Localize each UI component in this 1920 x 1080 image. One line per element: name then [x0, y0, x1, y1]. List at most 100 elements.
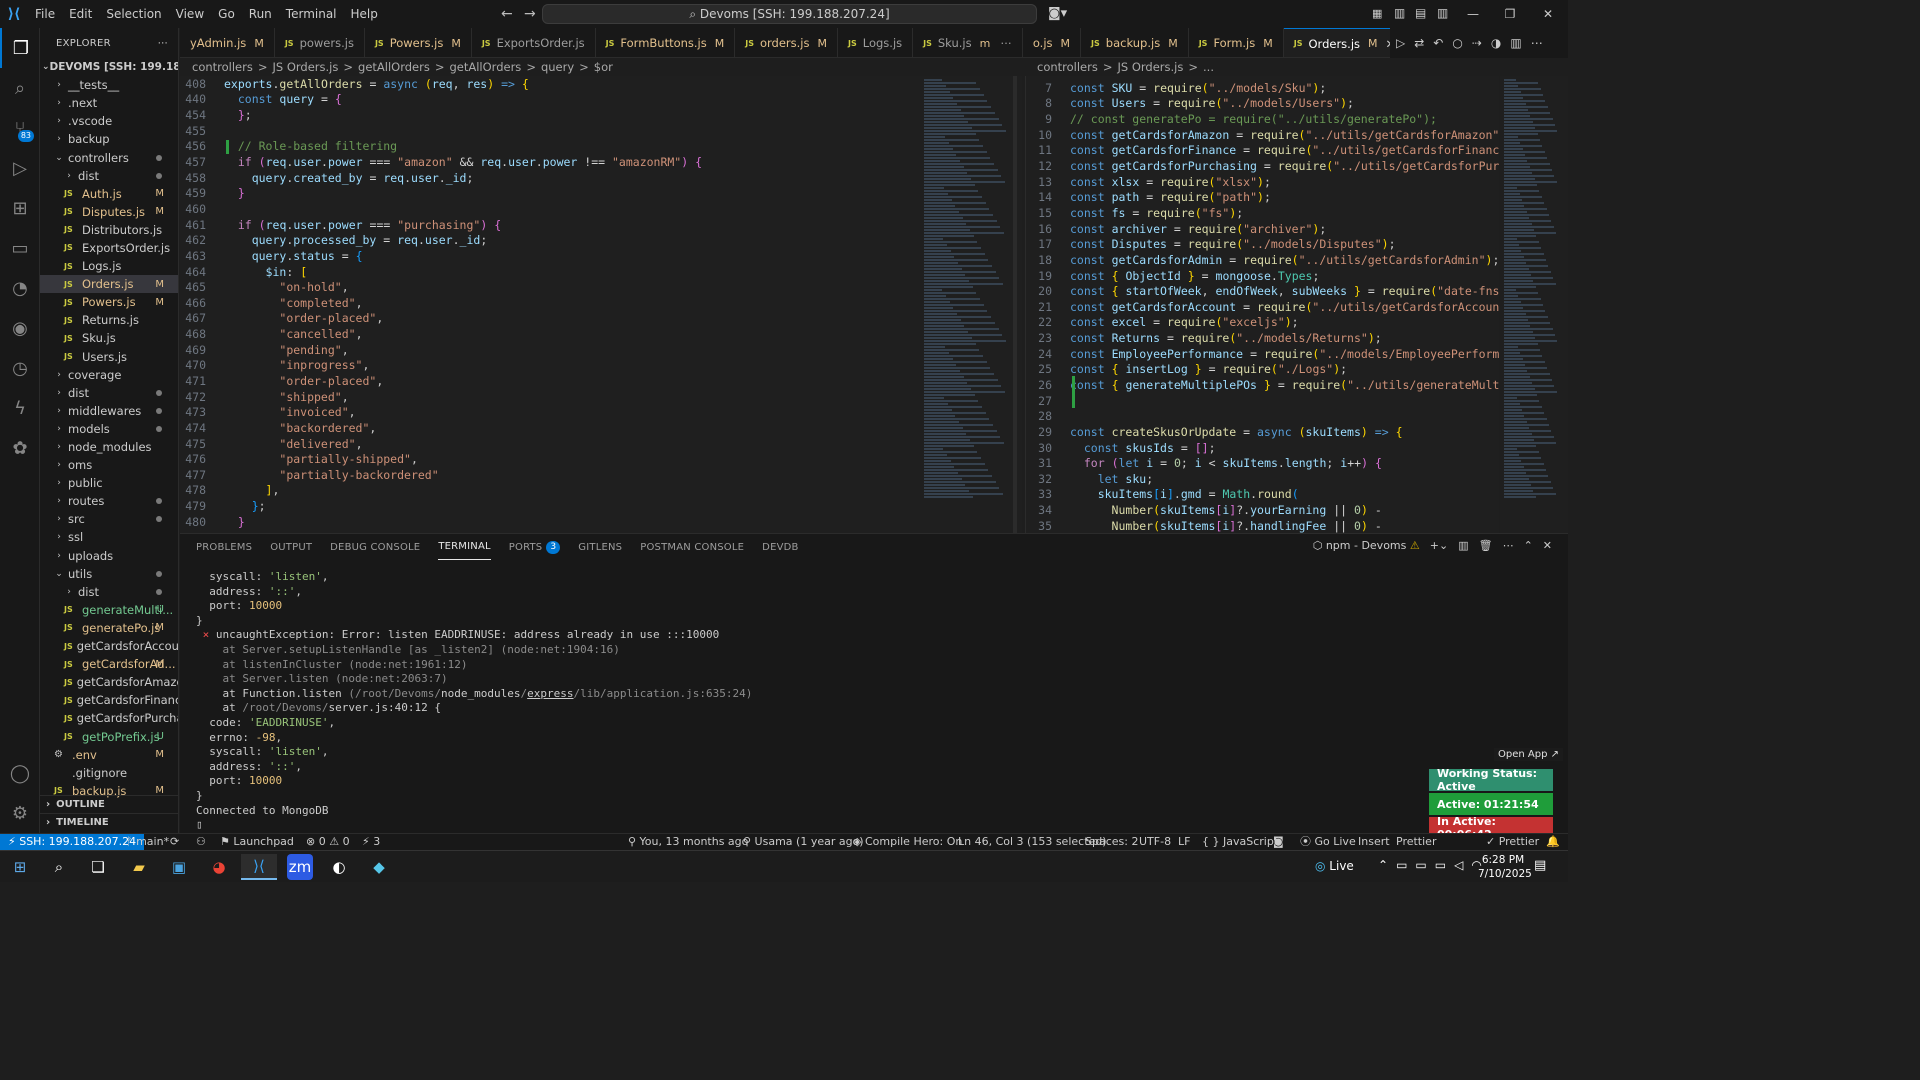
code-line[interactable]: 16 const archiver = require("archiver"); — [1026, 221, 1499, 237]
editor-tab[interactable]: yAdmin.js M — [180, 28, 275, 57]
breadcrumb-item[interactable]: controllers — [192, 60, 253, 74]
file-item[interactable]: JS Disputes.js M — [40, 203, 178, 221]
more-tabs-icon[interactable]: ⋯ — [1000, 36, 1012, 50]
file-item[interactable]: JSgetCardsforAccount.js — [40, 637, 178, 655]
code-line[interactable]: 18 const getCardsforAdmin = require("../u… — [1026, 252, 1499, 268]
more-actions-icon[interactable]: ⋯ — [1531, 36, 1543, 50]
code-line[interactable]: 479 }; — [180, 498, 918, 514]
file-item[interactable]: JS getCardsforAd... M — [40, 655, 178, 673]
code-line[interactable]: 31 for (let i = 0; i < skuItems.length; … — [1026, 455, 1499, 471]
code-line[interactable]: 470 "inprogress", — [180, 358, 918, 374]
panel-tab-debug-console[interactable]: DEBUG CONSOLE — [330, 534, 420, 560]
code-line[interactable]: 19 const { ObjectId } = mongoose.Types; — [1026, 268, 1499, 284]
file-item[interactable]: JSgetCardsforFinance.js — [40, 691, 178, 709]
code-line[interactable]: 456 // Role-based filtering — [180, 139, 918, 155]
code-line[interactable]: 475 "delivered", — [180, 436, 918, 452]
code-line[interactable]: 480 } — [180, 514, 918, 530]
code-line[interactable]: 13 const xlsx = require("xlsx"); — [1026, 174, 1499, 190]
code-line[interactable]: 23 const Returns = require("../models/Ret… — [1026, 330, 1499, 346]
more-actions-icon[interactable]: ⋯ — [158, 38, 168, 49]
open-app-button[interactable]: Open App ↗ — [1494, 748, 1563, 761]
compare-icon[interactable]: ⇄ — [1414, 36, 1424, 50]
code-line[interactable]: 474 "backordered", — [180, 420, 918, 436]
code-area-left[interactable]: 408 exports.getAllOrders = async (req, re… — [180, 76, 918, 530]
timeline-section[interactable]: › TIMELINE — [40, 813, 178, 831]
code-line[interactable]: 14 const path = require("path"); — [1026, 189, 1499, 205]
code-line[interactable]: 17 const Disputes = require("../models/Di… — [1026, 236, 1499, 252]
windows-start-icon[interactable]: ⊞ — [2, 854, 38, 880]
folder-item[interactable]: › .next — [40, 94, 178, 112]
editor-tab[interactable]: JS orders.js M — [735, 28, 838, 57]
folder-item[interactable]: › backup — [40, 130, 178, 148]
file-item[interactable]: JS generatePo.js M — [40, 619, 178, 637]
git-blame[interactable]: ⚲ You, 13 months ago — [628, 834, 748, 850]
code-line[interactable]: 471 "order-placed", — [180, 373, 918, 389]
editor-tab[interactable]: JSOrders.jsM✕ — [1283, 28, 1407, 57]
folder-item[interactable]: › uploads — [40, 547, 178, 565]
editor-tab[interactable]: JS Powers.js M — [365, 28, 472, 57]
code-line[interactable]: 472 "shipped", — [180, 389, 918, 405]
code-line[interactable]: 440 const query = { — [180, 92, 918, 108]
breadcrumb-item[interactable]: getAllOrders — [449, 60, 521, 74]
next-change-icon[interactable]: ⇢ — [1472, 36, 1482, 50]
code-line[interactable]: 26 const { generateMultiplePOs } = requir… — [1026, 377, 1499, 393]
code-line[interactable]: 35 Number(skuItems[i]?.handlingFee || 0)… — [1026, 518, 1499, 533]
code-line[interactable]: 33 skuItems[i].gmd = Math.round( — [1026, 487, 1499, 503]
folder-item[interactable]: ⌄ controllers — [40, 148, 178, 166]
breadcrumb-item[interactable]: getAllOrders — [358, 60, 430, 74]
source-control-icon[interactable]: ⑂ 83 — [0, 108, 40, 148]
split-terminal-icon[interactable]: ▥ — [1458, 539, 1468, 552]
folder-item[interactable]: › dist — [40, 384, 178, 402]
toggle-panel-icon[interactable]: ▤ — [1415, 6, 1426, 20]
folder-item[interactable]: › ssl — [40, 528, 178, 546]
toggle-secondary-sidebar-icon[interactable]: ▥ — [1437, 6, 1448, 20]
editor-tab[interactable]: o.js M — [1023, 28, 1082, 57]
line-endings[interactable]: LF — [1178, 834, 1190, 850]
breadcrumb-item[interactable]: $or — [594, 60, 613, 74]
code-line[interactable]: 22 const excel = require("exceljs"); — [1026, 315, 1499, 331]
insert-mode[interactable]: Insert — [1358, 834, 1390, 850]
layout-customize-icon[interactable]: ▦ — [1372, 7, 1382, 20]
scrollbar-left[interactable] — [1013, 76, 1017, 533]
menu-selection[interactable]: Selection — [99, 0, 168, 28]
battery-icon[interactable]: ▭ — [1415, 858, 1426, 872]
file-item[interactable]: JS Orders.js M — [40, 275, 178, 294]
circle-icon[interactable]: ○ — [1452, 36, 1462, 50]
code-line[interactable]: 24 const EmployeePerformance = require(".… — [1026, 346, 1499, 362]
panel-tab-gitlens[interactable]: GITLENS — [578, 534, 622, 560]
close-window-button[interactable]: ✕ — [1528, 0, 1568, 28]
code-line[interactable]: 11 const getCardsforFinance = require("..… — [1026, 143, 1499, 159]
code-line[interactable]: 473 "invoiced", — [180, 404, 918, 420]
code-line[interactable]: 463 query.status = { — [180, 248, 918, 264]
file-item[interactable]: JS Auth.js M — [40, 185, 178, 203]
postman-icon[interactable]: ◉ — [0, 308, 40, 348]
folder-item[interactable]: › .vscode — [40, 112, 178, 130]
folder-item[interactable]: › src — [40, 510, 178, 528]
file-item[interactable]: .gitignore — [40, 764, 178, 782]
breadcrumb-item[interactable]: controllers — [1037, 60, 1098, 74]
code-line[interactable]: 408 exports.getAllOrders = async (req, re… — [180, 76, 918, 92]
code-line[interactable]: 478 ], — [180, 483, 918, 499]
code-line[interactable]: 466 "completed", — [180, 295, 918, 311]
notifications-bell-icon[interactable]: 🔔 — [1546, 834, 1560, 850]
editor-tab[interactable]: JS Form.js M — [1189, 28, 1284, 57]
split-editor-icon[interactable]: ▥ — [1510, 36, 1521, 50]
minimize-button[interactable]: — — [1453, 0, 1493, 28]
minimap-left[interactable] — [918, 76, 1022, 533]
file-item[interactable]: JS Returns.js — [40, 311, 178, 329]
clock[interactable]: 6:28 PM 7/10/2025 — [1478, 853, 1532, 881]
code-line[interactable]: 454 }; — [180, 107, 918, 123]
ports-count[interactable]: ⚡ 3 — [362, 834, 380, 850]
account-icon[interactable]: ◯ — [0, 753, 40, 793]
breadcrumb-item[interactable]: query — [541, 60, 574, 74]
menu-edit[interactable]: Edit — [62, 0, 99, 28]
breadcrumb-item[interactable]: ... — [1203, 60, 1214, 74]
code-line[interactable]: 21 const getCardsforAccount = require("..… — [1026, 299, 1499, 315]
code-line[interactable]: 469 "pending", — [180, 342, 918, 358]
code-line[interactable]: 460 — [180, 201, 918, 217]
problems-count[interactable]: ⊗ 0 ⚠ 0 — [306, 834, 350, 850]
code-line[interactable]: 461 if (req.user.power === "purchasing")… — [180, 217, 918, 233]
code-line[interactable]: 468 "cancelled", — [180, 326, 918, 342]
gitlens-icon[interactable]: ◔ — [0, 268, 40, 308]
editor-right[interactable]: 7 const SKU = require("../models/Sku"); 8 c… — [1025, 76, 1499, 533]
